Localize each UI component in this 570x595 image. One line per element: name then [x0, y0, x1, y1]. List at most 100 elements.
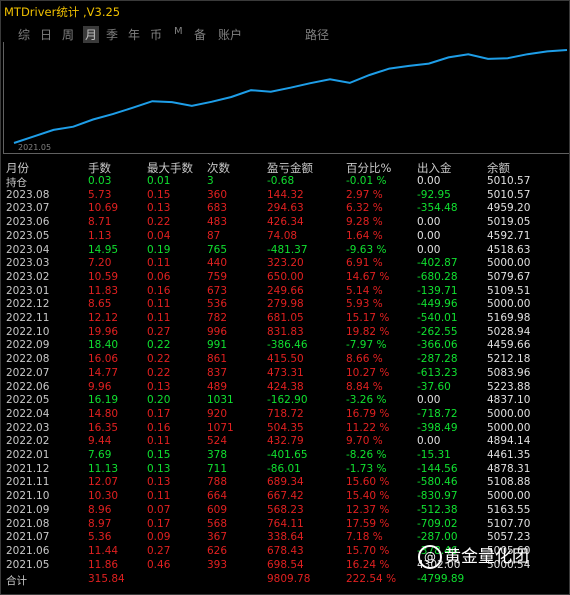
cell-trades: 991 — [207, 339, 228, 352]
tab-summary[interactable]: 综 — [18, 26, 30, 43]
cell-flow: -398.49 — [417, 421, 458, 434]
table-row[interactable]: 2022.02 9.44 0.11 524 432.79 9.70 % 0.00 4894.1… — [0, 435, 570, 448]
cell-pnl: 667.42 — [267, 490, 304, 503]
cell-lots: 11.86 — [88, 558, 119, 571]
cell-balance: 5163.55 — [487, 503, 531, 516]
cell-pct: -1.73 % — [346, 462, 387, 475]
cell-pct: 2.97 % — [346, 188, 383, 201]
cell-lots: 9.96 — [88, 380, 112, 393]
table-row[interactable]: 2022.01 7.69 0.15 378 -401.65 -8.26 % -15.31 44… — [0, 449, 570, 462]
cell-pnl: 415.50 — [267, 353, 304, 366]
tab-year[interactable]: 年 — [128, 26, 140, 43]
table-row[interactable]: 2021.09 8.96 0.07 609 568.23 12.37 % -512.38 51… — [0, 504, 570, 517]
table-row[interactable]: 2023.04 14.95 0.19 765 -481.37 -9.63 % 0.00 451… — [0, 244, 570, 257]
tab-month[interactable]: 月 — [83, 26, 100, 43]
table-row[interactable]: 2023.02 10.59 0.06 759 650.00 14.67 % -680.28 5… — [0, 271, 570, 284]
cell-pnl: 424.38 — [267, 380, 304, 393]
table-row[interactable]: 2022.06 9.96 0.13 489 424.38 8.84 % -37.60 5223… — [0, 381, 570, 394]
cell-pnl: -0.68 — [267, 175, 295, 187]
cell-pnl: 831.83 — [267, 325, 304, 338]
cell-month: 2023.01 — [6, 284, 50, 297]
cell-lots: 18.40 — [88, 339, 119, 352]
cell-lots: 8.97 — [88, 517, 112, 530]
table-row[interactable]: 2022.04 14.80 0.17 920 718.72 16.79 % -718.72 5… — [0, 408, 570, 421]
cell-lots: 11.13 — [88, 462, 119, 475]
cell-pct: -9.63 % — [346, 243, 387, 256]
cell-balance: 5169.98 — [487, 312, 531, 324]
cell-month: 2022.11 — [6, 312, 50, 324]
cell-trades: 440 — [207, 257, 228, 270]
cell-balance: 5212.18 — [487, 353, 531, 366]
cell-max-lots: 0.13 — [147, 476, 171, 489]
table-row[interactable]: 2021.08 8.97 0.17 568 764.11 17.59 % -709.02 51… — [0, 518, 570, 531]
cell-month: 2022.08 — [6, 353, 50, 366]
cell-month: 2023.04 — [6, 243, 50, 256]
table-row[interactable]: 2021.12 11.13 0.13 711 -86.01 -1.73 % -144.56 4… — [0, 463, 570, 476]
cell-pnl: -162.90 — [267, 394, 308, 407]
cell-lots: 8.71 — [88, 216, 112, 229]
table-row[interactable]: 2022.10 19.96 0.27 996 831.83 19.82 % -262.55 5… — [0, 326, 570, 339]
chart-x-tick-label: 2021.05 — [18, 143, 52, 152]
table-row[interactable]: 2022.07 14.77 0.22 837 473.31 10.27 % -613.23 5… — [0, 367, 570, 380]
table-total-row: 合计 315.84 9809.78 222.54 % -4799.89 — [0, 573, 570, 587]
cell-pnl: 689.34 — [267, 476, 304, 489]
table-row[interactable]: 2023.01 11.83 0.16 673 249.66 5.14 % -139.71 51… — [0, 285, 570, 298]
cell-flow: -449.96 — [417, 298, 458, 311]
table-row[interactable]: 2022.05 16.19 0.20 1031 -162.90 -3.26 % 0.00 48… — [0, 394, 570, 407]
table-row[interactable]: 2021.11 12.07 0.13 788 689.34 15.60 % -580.46 5… — [0, 476, 570, 489]
balance-chart — [3, 42, 569, 154]
cell-balance: 5079.67 — [487, 270, 531, 283]
cell-pct: 12.37 % — [346, 503, 390, 516]
cell-pct: 5.14 % — [346, 284, 383, 297]
total-pct: 222.54 % — [346, 573, 397, 586]
cell-pct: -7.97 % — [346, 339, 387, 352]
tab-account[interactable]: 账户 — [218, 26, 242, 43]
table-row[interactable]: 2021.10 10.30 0.11 664 667.42 15.40 % -830.97 5… — [0, 490, 570, 503]
cell-balance: 4894.14 — [487, 435, 531, 448]
cell-max-lots: 0.22 — [147, 216, 171, 229]
tab-m[interactable]: M — [174, 26, 183, 37]
tab-currency[interactable]: 币 — [150, 26, 162, 43]
table-row[interactable]: 2022.08 16.06 0.22 861 415.50 8.66 % -287.28 52… — [0, 353, 570, 366]
cell-balance: 4837.10 — [487, 394, 531, 407]
tab-week[interactable]: 周 — [62, 26, 74, 43]
cell-pct: 8.66 % — [346, 353, 383, 366]
cell-lots: 19.96 — [88, 325, 119, 338]
tab-path[interactable]: 路径 — [305, 26, 329, 43]
cell-pct: 5.93 % — [346, 298, 383, 311]
table-row[interactable]: 2023.03 7.20 0.11 440 323.20 6.91 % -402.87 500… — [0, 257, 570, 270]
watermark-text: 黄金量化团 — [444, 547, 529, 567]
cell-month: 2023.06 — [6, 216, 50, 229]
header-lots: 手数 — [88, 161, 111, 175]
cell-lots: 11.44 — [88, 544, 119, 557]
cell-flow: -15.31 — [417, 449, 451, 461]
tab-notes[interactable]: 备 — [194, 26, 206, 43]
cell-balance: 4459.66 — [487, 339, 531, 352]
table-row[interactable]: 2022.11 12.12 0.11 782 681.05 15.17 % -540.01 5… — [0, 312, 570, 325]
table-row[interactable]: 持仓 0.03 0.01 3 -0.68 -0.01 % 0.00 5010.57 — [0, 175, 570, 189]
table-row[interactable]: 2022.09 18.40 0.22 991 -386.46 -7.97 % -366.06… — [0, 339, 570, 352]
cell-pnl: 338.64 — [267, 531, 304, 544]
tab-quarter[interactable]: 季 — [106, 26, 118, 43]
cell-pnl: 279.98 — [267, 298, 304, 311]
cell-balance: 5019.05 — [487, 216, 531, 229]
cell-pct: 17.59 % — [346, 517, 390, 530]
cell-max-lots: 0.17 — [147, 517, 171, 530]
table-row[interactable]: 2023.05 1.13 0.04 87 74.08 1.64 % 0.00 4592.71 — [0, 230, 570, 243]
cell-month: 2021.11 — [6, 476, 50, 489]
cell-lots: 10.30 — [88, 490, 119, 503]
table-row[interactable]: 2023.07 10.69 0.13 683 294.63 6.32 % -354.48 49… — [0, 202, 570, 215]
table-row[interactable]: 2023.08 5.73 0.15 360 144.32 2.97 % -92.95 5010… — [0, 189, 570, 202]
cell-pct: 8.84 % — [346, 380, 383, 393]
table-row[interactable]: 2022.12 8.65 0.11 536 279.98 5.93 % -449.96 500… — [0, 298, 570, 311]
cell-flow: 0.00 — [417, 175, 441, 187]
table-row[interactable]: 2023.06 8.71 0.22 483 426.34 9.28 % 0.00 5019.0… — [0, 216, 570, 229]
cell-month: 2021.08 — [6, 517, 50, 530]
cell-lots: 12.07 — [88, 476, 119, 489]
header-balance: 余额 — [487, 161, 510, 175]
cell-pct: 11.22 % — [346, 421, 390, 434]
table-row[interactable]: 2022.03 16.35 0.16 1071 504.35 11.22 % -398.49… — [0, 422, 570, 435]
cell-trades: 861 — [207, 353, 228, 366]
tab-day[interactable]: 日 — [40, 26, 52, 43]
cell-month: 2023.07 — [6, 202, 50, 215]
